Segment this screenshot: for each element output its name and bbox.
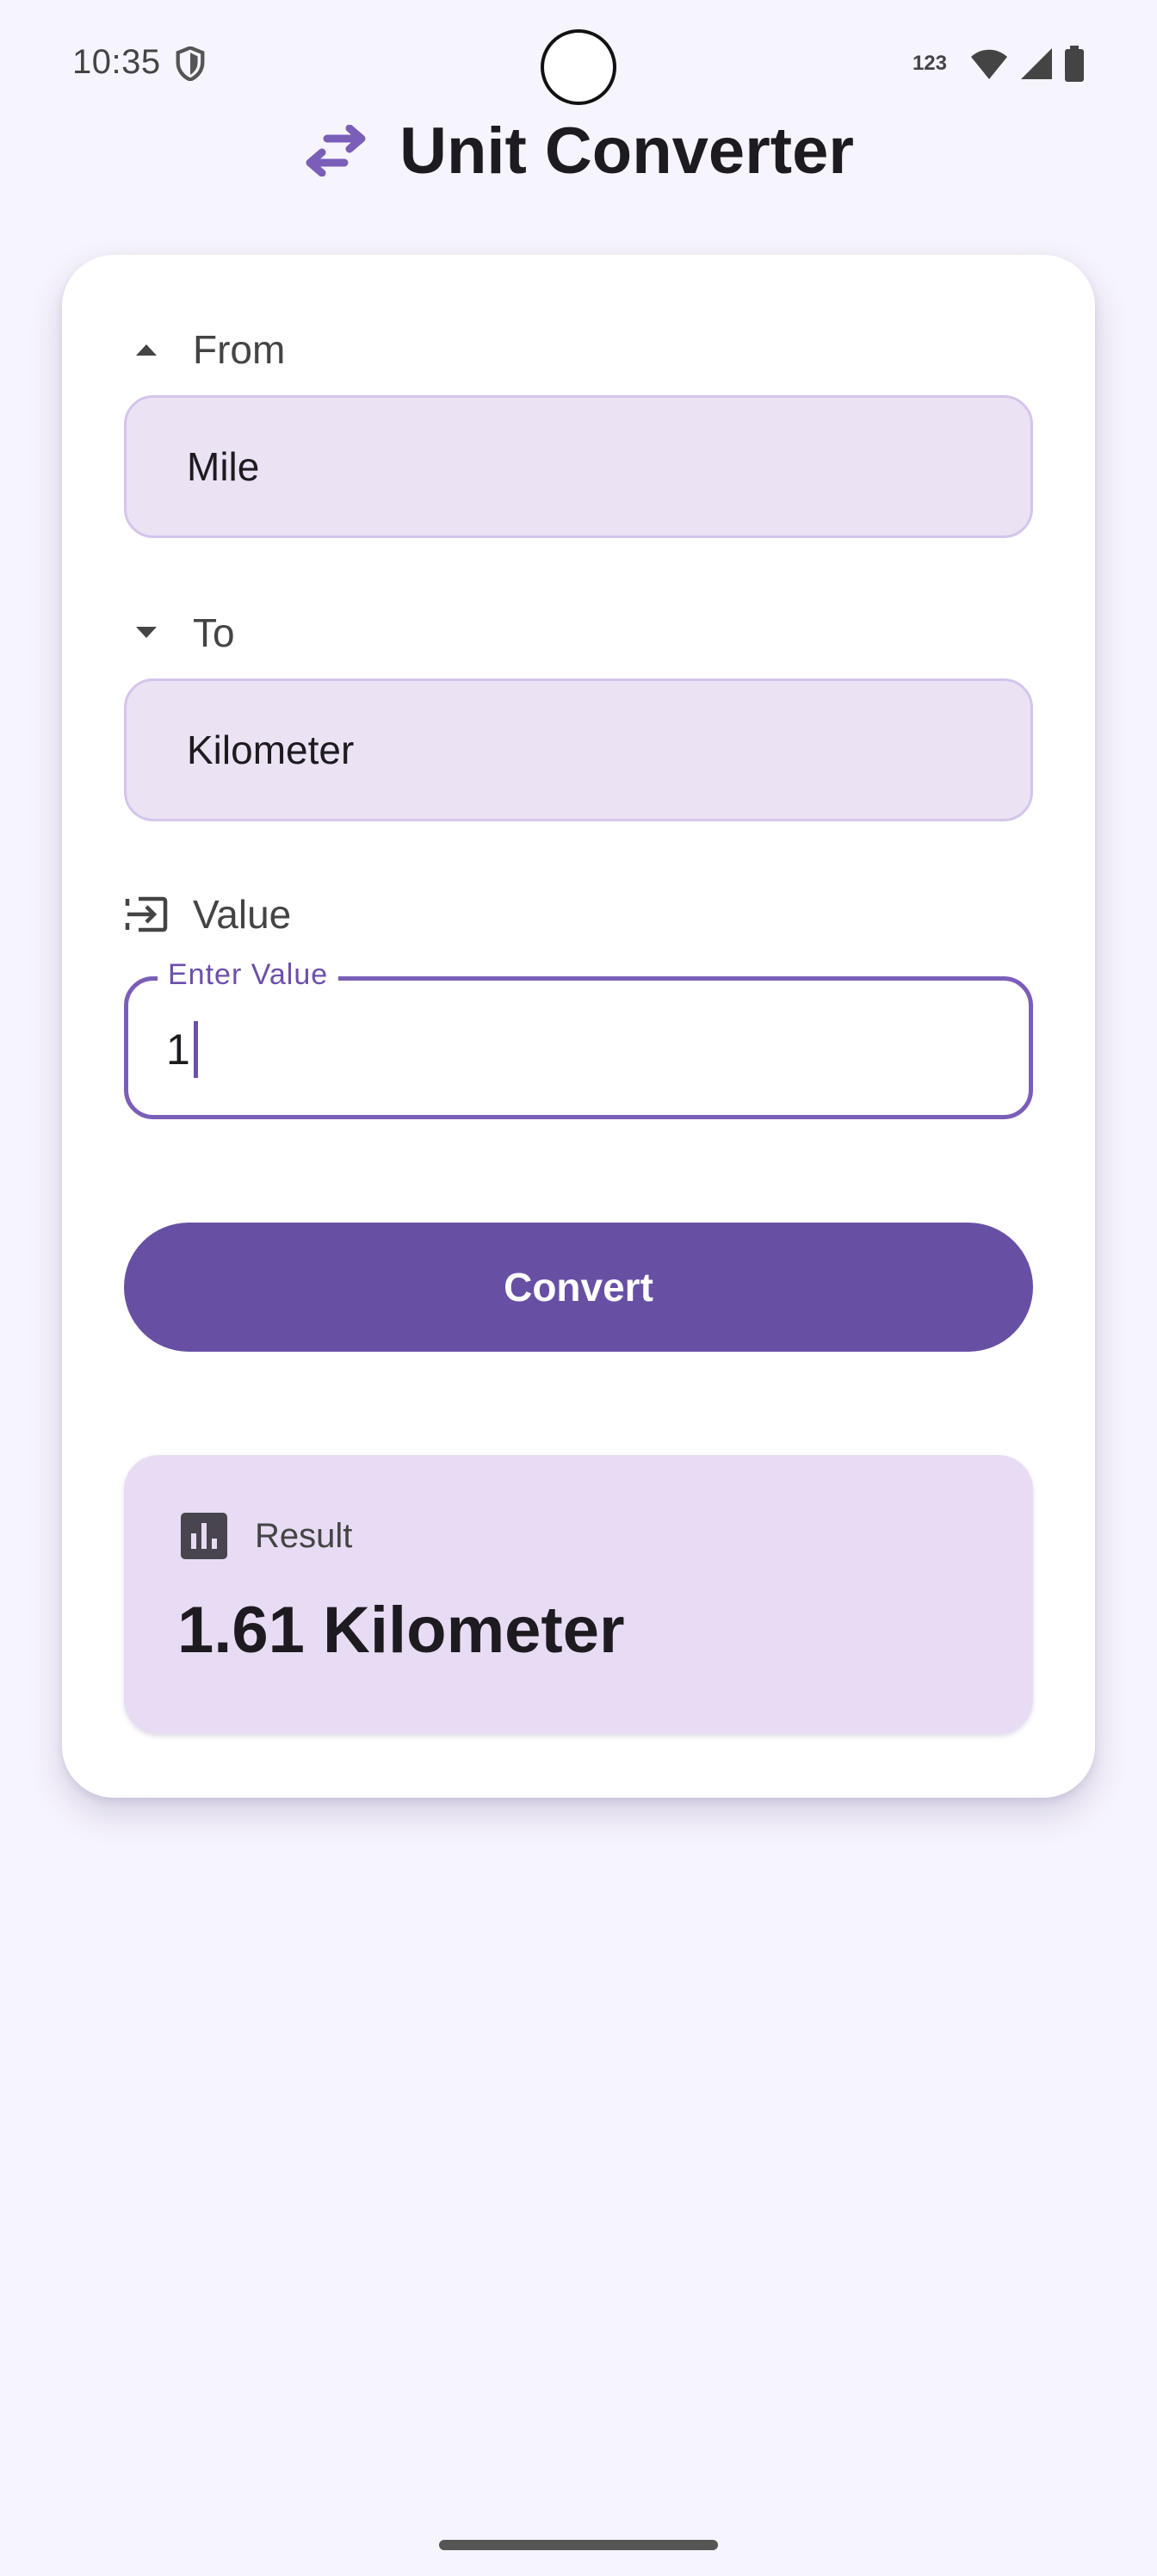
- battery-icon: [1065, 46, 1084, 82]
- app-header: Unit Converter: [0, 112, 1157, 189]
- value-label-row: Value: [124, 889, 291, 940]
- home-indicator[interactable]: [439, 2540, 718, 2550]
- arrow-up-icon: [124, 327, 169, 372]
- swap-arrows-icon: [306, 125, 366, 176]
- value-input[interactable]: 1: [166, 1015, 198, 1084]
- convert-button[interactable]: Convert: [124, 1223, 1033, 1352]
- convert-button-label: Convert: [504, 1265, 653, 1310]
- arrow-down-icon: [124, 610, 169, 655]
- shield-icon: [176, 46, 205, 81]
- from-unit-dropdown[interactable]: Mile: [124, 395, 1033, 538]
- to-unit-value: Kilometer: [187, 728, 355, 772]
- camera-cutout: [541, 29, 616, 105]
- value-label: Value: [193, 892, 292, 937]
- from-unit-value: Mile: [187, 444, 260, 489]
- result-value: 1.61 Kilometer: [177, 1594, 625, 1667]
- input-icon: [124, 892, 169, 937]
- to-unit-dropdown[interactable]: Kilometer: [124, 678, 1033, 821]
- status-icons: 123: [913, 45, 1085, 83]
- page-title: Unit Converter: [399, 114, 854, 188]
- from-label-row: From: [124, 324, 285, 375]
- bar-chart-icon: [181, 1513, 227, 1559]
- result-card: Result 1.61 Kilometer: [124, 1455, 1033, 1734]
- signal-icon: [1021, 48, 1052, 79]
- text-cursor: [193, 1021, 198, 1078]
- result-header: Result: [181, 1510, 352, 1562]
- to-label-row: To: [124, 607, 235, 659]
- wifi-icon: [971, 49, 1007, 79]
- value-input-field[interactable]: Enter Value 1: [124, 958, 1033, 1119]
- status-bar: 10:35 123: [0, 0, 1157, 129]
- result-label: Result: [255, 1516, 353, 1555]
- from-label: From: [193, 327, 286, 372]
- value-field-label: Enter Value: [158, 958, 339, 992]
- status-time: 10:35: [72, 43, 161, 81]
- keyboard-mode-indicator: 123: [912, 52, 947, 75]
- value-input-text: 1: [166, 1025, 190, 1074]
- converter-card: From Mile To Kilometer Value Enter Value…: [62, 255, 1095, 1798]
- app-screen: 10:35 123 Unit Converter From Mile To Ki…: [0, 0, 1157, 2576]
- to-label: To: [193, 610, 235, 655]
